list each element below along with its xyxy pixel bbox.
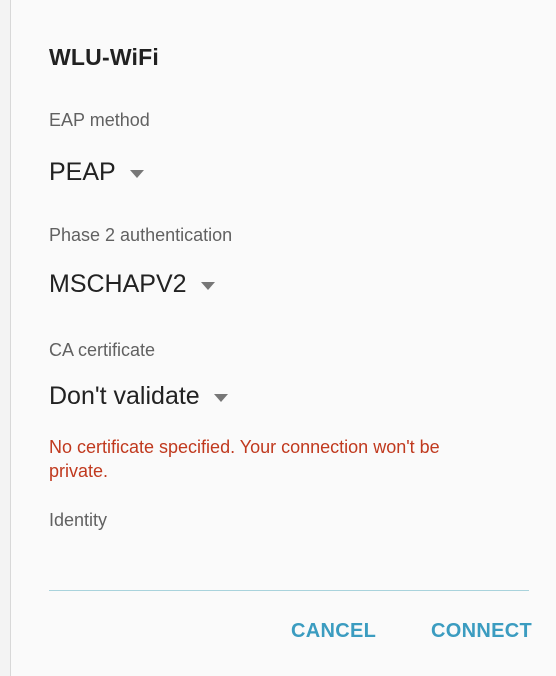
dropdown-caret-icon [213,393,228,402]
connect-button[interactable]: CONNECT [431,620,532,643]
phase2-auth-dropdown[interactable]: MSCHAPV2 [49,270,215,299]
dropdown-caret-icon [129,169,144,178]
certificate-warning: No certificate specified. Your connectio… [49,437,440,481]
identity-label: Identity [49,510,108,530]
ca-certificate-value: Don't validate [49,382,200,410]
wifi-config-dialog: WLU-WiFi EAP method PEAP Phase 2 authent… [10,0,556,676]
cancel-button[interactable]: CANCEL [291,620,376,643]
identity-input[interactable] [49,560,529,591]
dropdown-caret-icon [200,281,215,290]
phase2-auth-value: MSCHAPV2 [49,270,187,298]
ca-certificate-label: CA certificate [49,340,156,360]
ca-certificate-dropdown[interactable]: Don't validate [49,382,228,411]
eap-method-label: EAP method [49,110,150,130]
phase2-auth-label: Phase 2 authentication [49,225,233,245]
eap-method-value: PEAP [49,158,116,186]
dialog-title: WLU-WiFi [49,44,159,70]
eap-method-dropdown[interactable]: PEAP [49,158,144,187]
